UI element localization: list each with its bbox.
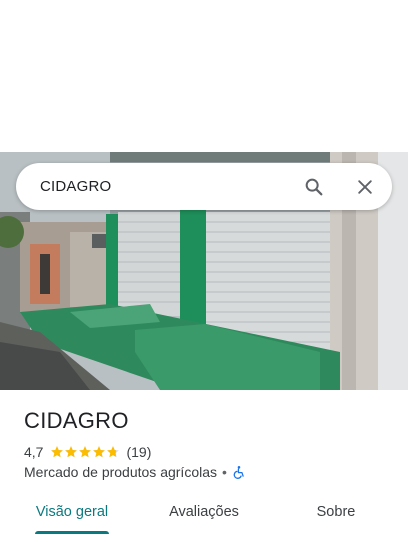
category-row: Mercado de produtos agrícolas • (24, 463, 246, 481)
rating-row[interactable]: 4,7 (19) (24, 443, 151, 461)
close-icon (358, 180, 372, 194)
rating-value: 4,7 (24, 444, 44, 460)
search-button[interactable] (299, 172, 329, 202)
star-icon (92, 445, 106, 459)
rating-stars (50, 445, 120, 459)
place-title: CIDAGRO (24, 408, 129, 433)
star-icon (106, 445, 120, 459)
star-icon (64, 445, 78, 459)
star-icon (78, 445, 92, 459)
place-category: Mercado de produtos agrícolas (24, 464, 217, 480)
tab-reviews[interactable]: Avaliações (154, 492, 254, 532)
place-tabs: Visão geral Avaliações Sobre (0, 492, 408, 542)
tab-about[interactable]: Sobre (286, 492, 386, 532)
close-button[interactable] (350, 172, 380, 202)
wheelchair-icon[interactable] (232, 465, 246, 479)
review-count[interactable]: (19) (126, 444, 151, 460)
active-tab-indicator (35, 531, 109, 534)
search-bar[interactable]: CIDAGRO (16, 163, 392, 210)
tab-overview[interactable]: Visão geral (22, 492, 122, 532)
search-query[interactable]: CIDAGRO (40, 163, 111, 210)
star-icon (50, 445, 64, 459)
separator-dot: • (222, 464, 227, 480)
search-icon (305, 178, 323, 196)
